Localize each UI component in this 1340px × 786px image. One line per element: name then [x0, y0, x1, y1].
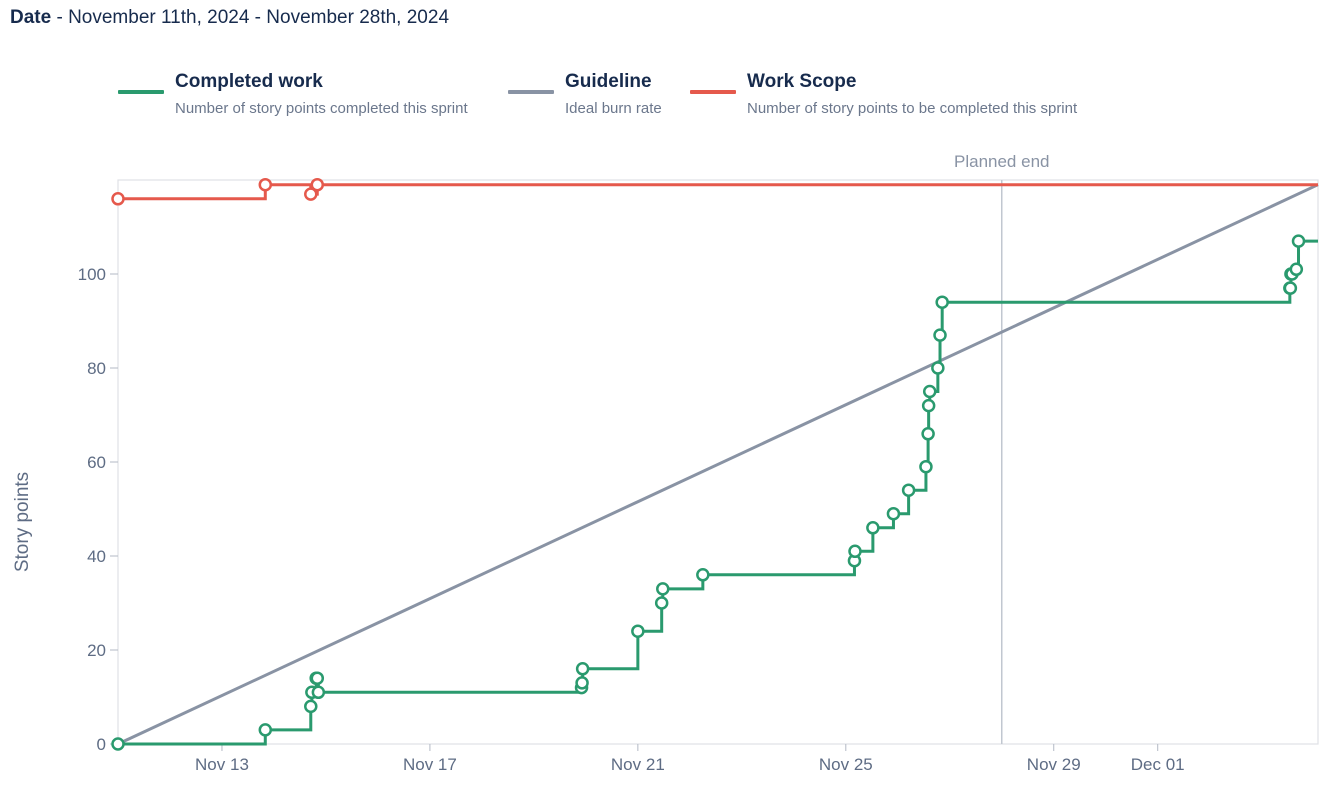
completed-work-point	[111, 737, 125, 751]
completed-work-point	[1289, 262, 1304, 277]
completed-work-point	[935, 295, 949, 309]
x-tick-label: Nov 25	[819, 755, 873, 774]
x-tick-label: Nov 17	[403, 755, 457, 774]
work-scope-line	[118, 183, 1318, 201]
completed-work-point	[575, 676, 589, 690]
completed-work-point	[1291, 234, 1306, 248]
planned-end-label: Planned end	[954, 152, 1049, 171]
completed-work-point	[919, 459, 933, 474]
work-scope-point	[111, 192, 125, 206]
x-tick-label: Nov 21	[611, 755, 665, 774]
completed-work-point	[921, 398, 936, 413]
completed-work-point	[848, 544, 862, 559]
y-tick-label: 40	[87, 547, 106, 566]
completed-work-line	[118, 239, 1318, 746]
planned-end-marker: Planned end	[954, 152, 1049, 744]
y-tick-label: 0	[97, 735, 106, 754]
x-tick-label: Nov 29	[1027, 755, 1081, 774]
completed-work-point	[656, 582, 670, 596]
guideline-line	[117, 183, 1319, 746]
x-tick-label: Dec 01	[1131, 755, 1185, 774]
completed-work-point	[654, 596, 669, 610]
completed-work-point	[922, 384, 937, 399]
y-tick-label: 20	[87, 641, 106, 660]
series-layer	[111, 177, 1319, 751]
completed-work-point	[931, 361, 945, 375]
x-axis: Nov 13 Nov 17 Nov 21 Nov 25 Nov 29 Dec 01	[195, 744, 1185, 774]
completed-work-point	[258, 723, 273, 737]
completed-work-point	[1283, 281, 1298, 295]
completed-work-point	[921, 427, 935, 441]
burnup-chart: Planned end 0 20 40 60 80 100 Story points Nov…	[12, 152, 1319, 774]
completed-work-point	[696, 568, 710, 582]
y-tick-label: 60	[87, 453, 106, 472]
y-tick-label: 100	[78, 265, 106, 284]
work-scope-point	[310, 177, 325, 192]
y-tick-label: 80	[87, 359, 106, 378]
completed-work-point	[304, 699, 318, 714]
completed-work-point	[866, 521, 880, 535]
completed-work-point	[575, 662, 590, 676]
completed-work-point	[631, 624, 645, 638]
y-axis-title: Story points	[12, 472, 33, 572]
x-tick-label: Nov 13	[195, 755, 249, 774]
completed-work-point	[933, 328, 947, 342]
completed-work-point	[311, 685, 326, 700]
completed-work-point	[310, 671, 325, 685]
work-scope-point	[258, 177, 273, 192]
y-axis: 0 20 40 60 80 100 Story points	[12, 265, 118, 754]
completed-work-point	[886, 506, 901, 521]
completed-work-point	[901, 483, 916, 497]
